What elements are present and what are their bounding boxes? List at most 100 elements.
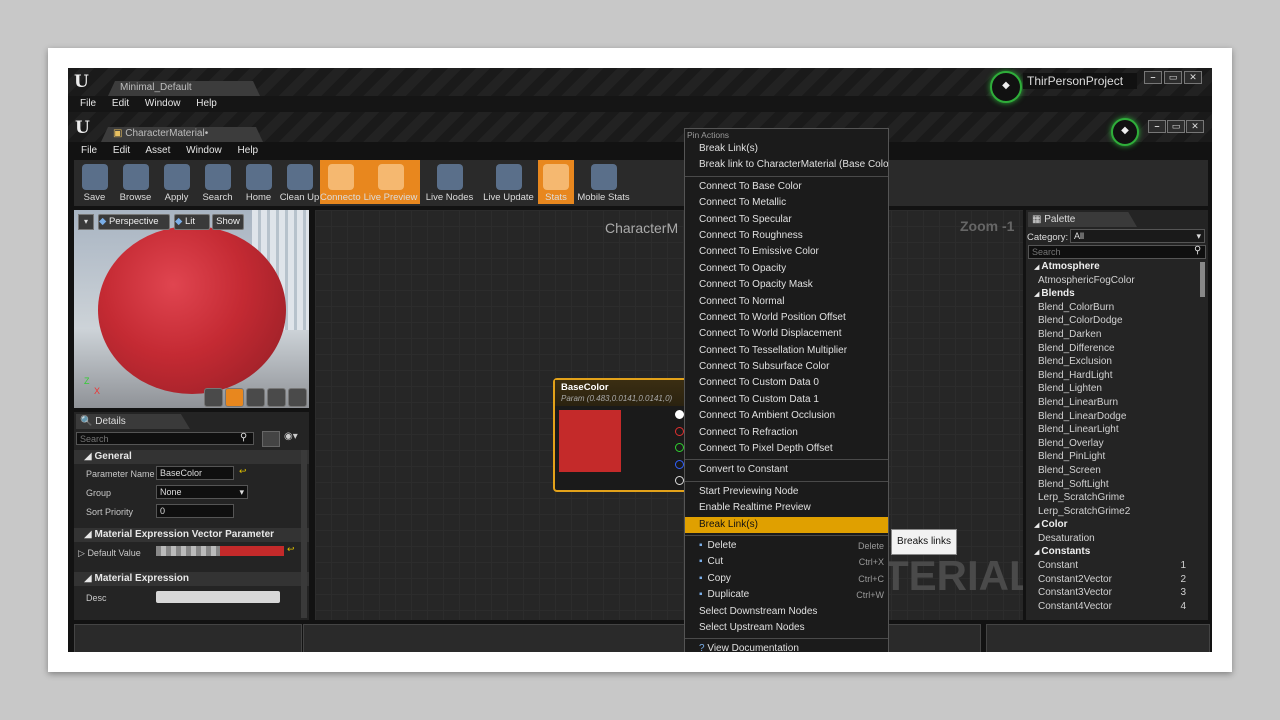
palette-item[interactable]: Blend_SoftLight xyxy=(1026,478,1198,492)
mobile-stats-button[interactable]: Mobile Stats xyxy=(574,160,633,204)
palette-item[interactable]: Blend_Darken xyxy=(1026,328,1198,342)
browse-button[interactable]: Browse xyxy=(115,160,156,204)
clean-up-button[interactable]: Clean Up xyxy=(279,160,320,204)
live-preview-button[interactable]: Live Preview xyxy=(361,160,420,204)
connect-item[interactable]: Connect To Ambient Occlusion xyxy=(685,408,888,424)
delete-item[interactable]: ▪ Delete Delete xyxy=(685,538,888,554)
palette-item[interactable]: Lerp_ScratchGrime2 xyxy=(1026,505,1198,519)
basecolor-node[interactable]: BaseColor Param (0.483,0.0141,0.0141,0) xyxy=(553,378,689,492)
material-expression-section-header[interactable]: ◢ Material Expression xyxy=(74,572,309,586)
palette-item[interactable]: Blend_Lighten xyxy=(1026,382,1198,396)
palette-tab[interactable]: ▦ Palette xyxy=(1028,212,1137,227)
connect-item[interactable]: Connect To World Displacement xyxy=(685,326,888,342)
live-nodes-button[interactable]: Live Nodes xyxy=(420,160,479,204)
palette-category[interactable]: ◢ Blends xyxy=(1026,287,1198,301)
connect-item[interactable]: Connect To Custom Data 1 xyxy=(685,392,888,408)
palette-search-input[interactable] xyxy=(1028,245,1206,259)
eye-visibility-icon[interactable]: ◉▾ xyxy=(284,431,298,442)
home-button[interactable]: Home xyxy=(238,160,279,204)
connect-item[interactable]: Connect To Pixel Depth Offset xyxy=(685,441,888,457)
connect-item[interactable]: Connect To Subsurface Color xyxy=(685,359,888,375)
details-tab[interactable]: 🔍 Details xyxy=(76,414,190,429)
details-scrollbar[interactable] xyxy=(301,450,307,618)
palette-item[interactable]: Blend_LinearBurn xyxy=(1026,396,1198,410)
palette-item[interactable]: Desaturation xyxy=(1026,532,1198,546)
vector-parameter-section-header[interactable]: ◢ Material Expression Vector Parameter xyxy=(74,528,309,542)
palette-scrollbar[interactable] xyxy=(1200,262,1205,297)
editor-tab[interactable]: ▣ CharacterMaterial• xyxy=(101,127,263,142)
palette-category[interactable]: ◢ Color xyxy=(1026,518,1198,532)
editor-menu-asset[interactable]: Asset xyxy=(145,145,170,156)
connect-item[interactable]: Connect To Tessellation Multiplier xyxy=(685,343,888,359)
preview-cube-button[interactable] xyxy=(267,388,286,407)
outer-maximize-button[interactable]: ▭ xyxy=(1164,71,1182,84)
sort-priority-field[interactable]: 0 xyxy=(156,504,234,518)
material-graph[interactable]: CharacterM Zoom -1 TERIAL BaseColor Para… xyxy=(315,210,1023,620)
connect-item[interactable]: Connect To Normal xyxy=(685,294,888,310)
outer-minimize-button[interactable]: – xyxy=(1144,71,1162,84)
palette-item[interactable]: AtmosphericFogColor xyxy=(1026,274,1198,288)
perspective-button[interactable]: ◆ Perspective xyxy=(98,214,170,230)
node-output-pin[interactable] xyxy=(675,410,684,419)
connect-item[interactable]: Connect To Opacity Mask xyxy=(685,277,888,293)
stats-button[interactable]: Stats xyxy=(538,160,574,204)
preview-viewport[interactable]: ▾ ◆ Perspective ◆ Lit Show Z X xyxy=(74,210,309,408)
show-button[interactable]: Show xyxy=(212,214,244,230)
editor-menu-window[interactable]: Window xyxy=(186,145,222,156)
palette-item[interactable]: Blend_PinLight xyxy=(1026,450,1198,464)
connect-item[interactable]: Connect To Base Color xyxy=(685,179,888,195)
palette-item[interactable]: Blend_Difference xyxy=(1026,342,1198,356)
palette-item[interactable]: Blend_ColorDodge xyxy=(1026,314,1198,328)
connect-item[interactable]: Connect To Opacity xyxy=(685,261,888,277)
general-section-header[interactable]: ◢ General xyxy=(74,450,309,464)
connect-item[interactable]: Connect To Metallic xyxy=(685,195,888,211)
editor-menu-edit[interactable]: Edit xyxy=(113,145,130,156)
editor-maximize-button[interactable]: ▭ xyxy=(1167,120,1185,133)
palette-item[interactable]: Blend_Screen xyxy=(1026,464,1198,478)
outer-menu-window[interactable]: Window xyxy=(145,98,181,109)
palette-item[interactable]: Blend_LinearLight xyxy=(1026,423,1198,437)
details-search-input[interactable] xyxy=(76,432,254,445)
convert-to-constant-item[interactable]: Convert to Constant xyxy=(685,462,888,478)
palette-category[interactable]: ◢ Constants xyxy=(1026,545,1198,559)
copy-item[interactable]: ▪ Copy Ctrl+C xyxy=(685,571,888,587)
select-item[interactable]: Select Upstream Nodes xyxy=(685,620,888,636)
palette-item[interactable]: Constant3Vector 3 xyxy=(1026,586,1198,600)
duplicate-item[interactable]: ▪ Duplicate Ctrl+W xyxy=(685,587,888,603)
live-update-button[interactable]: Live Update xyxy=(479,160,538,204)
viewport-options-dropdown[interactable]: ▾ xyxy=(78,214,94,230)
reset-default-icon[interactable]: ↩ xyxy=(287,544,295,555)
palette-item[interactable]: Constant 1 xyxy=(1026,559,1198,573)
desc-field[interactable] xyxy=(156,591,280,603)
preview-plane-button[interactable] xyxy=(246,388,265,407)
break-links-highlighted-item[interactable]: Break Link(s) xyxy=(685,516,888,533)
palette-item[interactable]: Constant2Vector 2 xyxy=(1026,573,1198,587)
outer-menu-edit[interactable]: Edit xyxy=(112,98,129,109)
outer-close-button[interactable]: ✕ xyxy=(1184,71,1202,84)
editor-menu-help[interactable]: Help xyxy=(238,145,259,156)
editor-minimize-button[interactable]: – xyxy=(1148,120,1166,133)
connect-item[interactable]: Connect To Emissive Color xyxy=(685,244,888,260)
break-item[interactable]: Break Link(s) xyxy=(685,141,888,157)
editor-close-button[interactable]: ✕ xyxy=(1186,120,1204,133)
preview-item[interactable]: Start Previewing Node xyxy=(685,484,888,500)
connect-item[interactable]: Connect To World Position Offset xyxy=(685,310,888,326)
node-output-pin[interactable] xyxy=(675,476,684,485)
outer-menu-help[interactable]: Help xyxy=(196,98,217,109)
connect-item[interactable]: Connect To Roughness xyxy=(685,228,888,244)
palette-category[interactable]: ◢ Atmosphere xyxy=(1026,260,1198,274)
preview-sphere-button[interactable] xyxy=(225,388,244,407)
node-output-pin[interactable] xyxy=(675,459,684,469)
connect-item[interactable]: Connect To Refraction xyxy=(685,425,888,441)
node-output-pin[interactable] xyxy=(675,443,684,452)
parameter-name-field[interactable]: BaseColor xyxy=(156,466,234,480)
palette-item[interactable]: Constant4Vector 4 xyxy=(1026,600,1198,614)
reset-icon[interactable]: ↩ xyxy=(239,466,247,477)
save-button[interactable]: Save xyxy=(74,160,115,204)
node-output-pin[interactable] xyxy=(675,426,684,436)
cut-item[interactable]: ▪ Cut Ctrl+X xyxy=(685,554,888,570)
outer-tab[interactable]: Minimal_Default xyxy=(108,81,260,96)
view-documentation-item[interactable]: ? View Documentation xyxy=(685,641,888,652)
apply-button[interactable]: Apply xyxy=(156,160,197,204)
palette-item[interactable]: Blend_ColorBurn xyxy=(1026,301,1198,315)
